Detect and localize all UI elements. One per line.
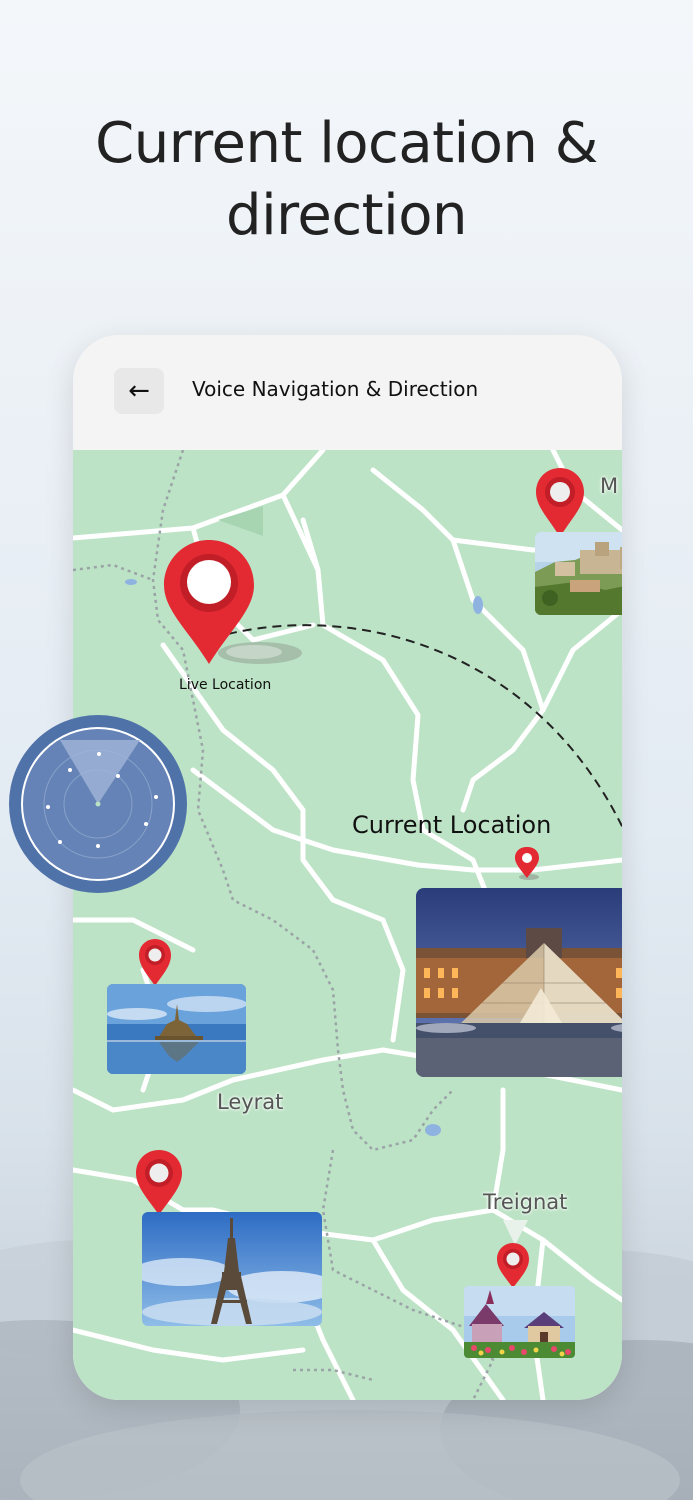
arrow-left-icon: ← [128, 376, 150, 406]
town-label-m: M [600, 474, 619, 498]
current-location-pin-icon[interactable] [513, 846, 541, 882]
current-location-label: Current Location [352, 811, 552, 839]
live-location-pin-icon[interactable] [158, 540, 308, 665]
mont-saint-michel-photo[interactable] [107, 984, 246, 1074]
town-label-treignat: Treignat [483, 1190, 568, 1214]
map-view[interactable]: M Leyrat Treignat Live Location Current … [73, 450, 622, 1400]
app-bar: ← Voice Navigation & Direction [73, 335, 622, 450]
live-location-label: Live Location [179, 677, 272, 693]
garden-house-photo[interactable] [464, 1286, 575, 1358]
headline-line-1: Current location & [95, 111, 598, 176]
map-pin-icon[interactable] [495, 1242, 531, 1290]
map-pin-icon[interactable] [534, 467, 586, 539]
louvre-photo[interactable] [416, 888, 622, 1077]
map-pin-icon[interactable] [134, 1149, 184, 1217]
headline-line-2: direction [226, 183, 467, 248]
back-button[interactable]: ← [114, 368, 164, 414]
eiffel-tower-photo[interactable] [142, 1212, 322, 1326]
page-headline: Current location & direction [0, 108, 693, 252]
app-title: Voice Navigation & Direction [192, 377, 479, 401]
map-pin-icon[interactable] [137, 938, 173, 988]
radar-icon [9, 715, 187, 893]
town-label-leyrat: Leyrat [217, 1090, 284, 1114]
village-photo[interactable] [535, 532, 622, 615]
